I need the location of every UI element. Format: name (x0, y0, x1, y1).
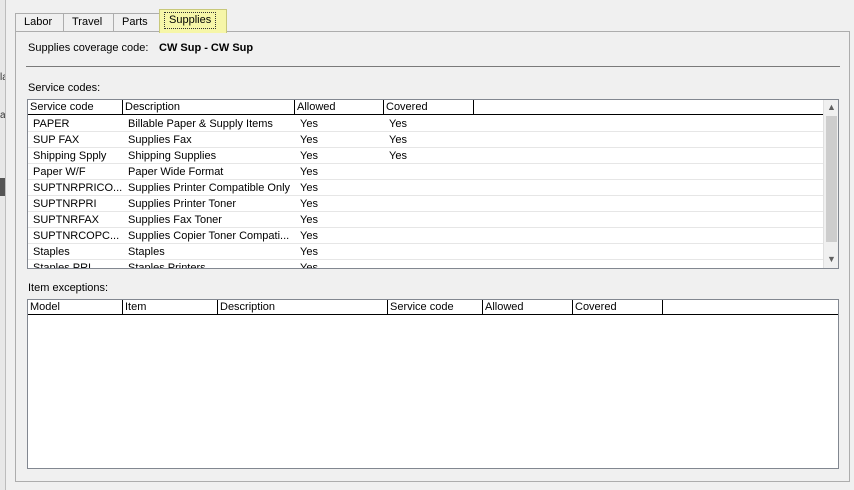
tab-labor[interactable]: Labor (15, 13, 64, 32)
cell-covered (384, 212, 474, 228)
column-header-item[interactable]: Item (123, 300, 218, 315)
cell-service-code: SUPTNRFAX (33, 214, 100, 226)
cell-covered (384, 196, 474, 212)
cell-allowed: Yes (300, 198, 318, 210)
table-row[interactable]: Staples PRI Staples Printers Yes (28, 260, 824, 269)
cell-service-code: SUPTNRCOPC... (33, 230, 120, 242)
cell-description: Staples Printers (128, 262, 206, 269)
cell-service-code: PAPER (33, 118, 70, 130)
item-exceptions-label: Item exceptions: (28, 282, 109, 294)
tab-label: Labor (24, 16, 53, 28)
cell-covered: Yes (389, 118, 407, 130)
cell-description: Supplies Fax Toner (128, 214, 222, 226)
table-row[interactable]: SUPTNRCOPC... Supplies Copier Toner Compa… (28, 228, 824, 244)
cell-service-code: Staples (33, 246, 70, 258)
cell-covered: Yes (389, 134, 407, 146)
cell-covered (384, 228, 474, 244)
table-row[interactable]: Shipping Spply Shipping Supplies Yes Yes (28, 148, 824, 164)
column-header-allowed[interactable]: Allowed (483, 300, 573, 315)
cell-description: Supplies Printer Compatible Only (128, 182, 291, 194)
item-exceptions-grid[interactable]: Model Item Description Service code Allo… (27, 299, 839, 469)
cell-description: Staples (128, 246, 165, 258)
column-header-description[interactable]: Description (218, 300, 388, 315)
table-row[interactable]: SUPTNRFAX Supplies Fax Toner Yes (28, 212, 824, 228)
coverage-code-value: CW Sup - CW Sup (159, 42, 254, 54)
cell-covered (384, 260, 474, 268)
cell-description: Paper Wide Format (128, 166, 224, 178)
tab-label: Parts (122, 16, 148, 28)
cell-allowed: Yes (300, 182, 318, 194)
cell-description: Shipping Supplies (128, 150, 217, 162)
table-row[interactable]: SUP FAX Supplies Fax Yes Yes (28, 132, 824, 148)
cell-allowed: Yes (300, 118, 318, 130)
vertical-scrollbar[interactable]: ▲ ▼ (823, 100, 838, 268)
service-codes-label: Service codes: (28, 82, 101, 94)
column-header-allowed[interactable]: Allowed (295, 100, 384, 115)
cell-service-code: SUP FAX (33, 134, 80, 146)
chevron-down-icon[interactable]: ▼ (824, 252, 838, 267)
cell-allowed: Yes (300, 150, 318, 162)
column-header-description[interactable]: Description (123, 100, 295, 115)
cell-allowed: Yes (300, 262, 318, 269)
divider (26, 66, 840, 67)
clipped-text: la (0, 72, 5, 83)
cell-description: Billable Paper & Supply Items (128, 118, 273, 130)
grid-header: Service code Description Allowed Covered (28, 100, 824, 115)
cell-service-code: SUPTNRPRICO... (33, 182, 123, 194)
column-header-service-code[interactable]: Service code (388, 300, 483, 315)
cell-service-code: Staples PRI (33, 262, 92, 269)
cell-service-code: Shipping Spply (33, 150, 107, 162)
cell-description: Supplies Fax (128, 134, 192, 146)
cell-allowed: Yes (300, 230, 318, 242)
tab-label: Travel (72, 16, 103, 28)
column-header-covered[interactable]: Covered (384, 100, 474, 115)
tab-travel[interactable]: Travel (63, 13, 114, 32)
supplies-panel: Supplies coverage code: CW Sup - CW Sup … (15, 31, 850, 482)
table-row[interactable]: SUPTNRPRI Supplies Printer Toner Yes (28, 196, 824, 212)
service-codes-grid[interactable]: Service code Description Allowed Covered… (27, 99, 839, 269)
tab-parts[interactable]: Parts (113, 13, 160, 32)
grid-header: Model Item Description Service code Allo… (28, 300, 838, 315)
cell-allowed: Yes (300, 246, 318, 258)
coverage-code-label: Supplies coverage code: (28, 42, 149, 54)
cell-service-code: Paper W/F (33, 166, 86, 178)
table-row[interactable]: PAPER Billable Paper & Supply Items Yes Yes (28, 116, 824, 132)
scrollbar-thumb[interactable] (826, 116, 837, 242)
cell-description: Supplies Copier Toner Compati... (128, 230, 290, 242)
column-header-model[interactable]: Model (28, 300, 123, 315)
clipped-control (0, 178, 5, 196)
cell-covered (384, 244, 474, 260)
clipped-text: a (0, 110, 6, 121)
table-row[interactable]: SUPTNRPRICO... Supplies Printer Compatibl… (28, 180, 824, 196)
cell-covered (384, 164, 474, 180)
table-row[interactable]: Paper W/F Paper Wide Format Yes (28, 164, 824, 180)
cell-service-code: SUPTNRPRI (33, 198, 97, 210)
cell-allowed: Yes (300, 166, 318, 178)
cell-allowed: Yes (300, 134, 318, 146)
tab-supplies[interactable]: Supplies (159, 9, 227, 33)
chevron-up-icon[interactable]: ▲ (824, 100, 838, 115)
column-header-service-code[interactable]: Service code (28, 100, 123, 115)
cell-covered: Yes (389, 150, 407, 162)
column-header-covered[interactable]: Covered (573, 300, 663, 315)
tab-label: Supplies (164, 12, 217, 29)
tab-strip: Labor Travel Parts Supplies (15, 9, 850, 33)
table-row[interactable]: Staples Staples Yes (28, 244, 824, 260)
cell-covered (384, 180, 474, 196)
cell-description: Supplies Printer Toner (128, 198, 237, 210)
cell-allowed: Yes (300, 214, 318, 226)
adjacent-window-edge: la a (0, 0, 6, 490)
